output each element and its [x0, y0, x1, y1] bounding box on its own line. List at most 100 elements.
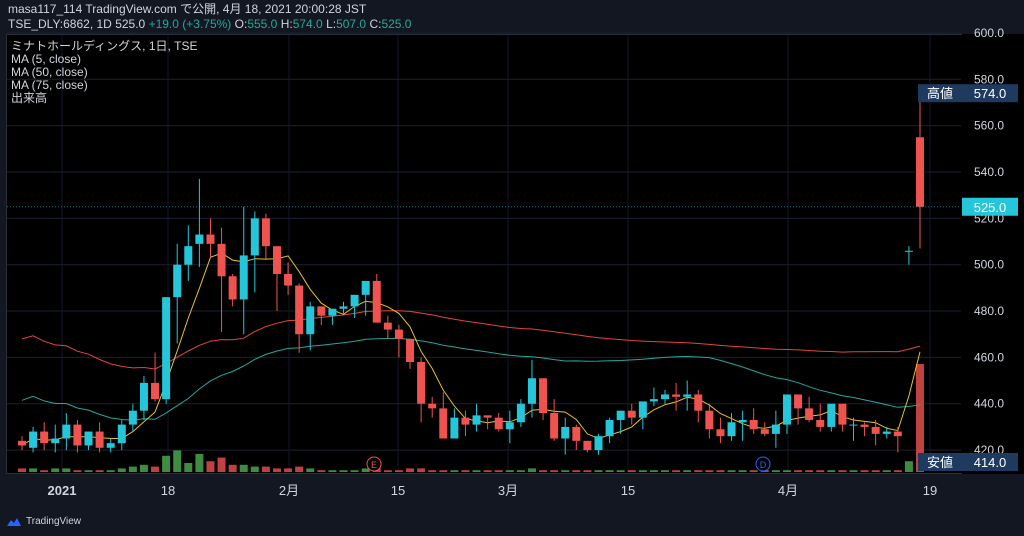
volume-bar	[882, 470, 891, 472]
volume-bar	[550, 470, 559, 472]
volume-bar	[106, 470, 115, 472]
y-tick-label: 600.0	[974, 26, 1004, 40]
x-tick-label: 2月	[279, 483, 299, 498]
volume-bar	[295, 466, 304, 472]
volume-bar	[228, 464, 237, 472]
candle-body	[771, 424, 780, 434]
volume-bar	[73, 470, 82, 472]
volume-bar	[272, 468, 281, 472]
volume-bar	[794, 470, 803, 472]
volume-bar	[62, 468, 71, 472]
volume-bar	[84, 470, 93, 472]
volume-bar	[417, 468, 426, 472]
legend-volume[interactable]: 出来高	[11, 92, 198, 105]
candle-body	[594, 436, 603, 451]
candle-body	[272, 246, 281, 274]
volume-bar	[217, 457, 226, 472]
volume-bar	[705, 470, 714, 472]
candle-body	[760, 429, 769, 434]
candle-body	[117, 424, 126, 444]
earnings-marker-label: E	[371, 460, 377, 470]
candle-body	[904, 250, 913, 252]
candle-body	[228, 276, 237, 300]
volume-bar	[505, 470, 514, 472]
last-price-tag-value: 525.0	[974, 200, 1007, 215]
candle-body	[184, 246, 193, 265]
candle-body	[328, 308, 337, 316]
x-tick-label: 4月	[778, 483, 798, 498]
volume-bar	[339, 470, 348, 472]
candle-body	[162, 297, 171, 400]
volume-bar	[716, 470, 725, 472]
candle-body	[428, 403, 437, 409]
tradingview-logo-icon	[7, 517, 21, 526]
volume-bar	[383, 470, 392, 472]
volume-bar	[250, 466, 259, 472]
candle-body	[550, 413, 559, 439]
candle-body	[317, 306, 326, 316]
candle-body	[583, 440, 592, 451]
y-tick-label: 480.0	[974, 304, 1004, 318]
candle-body	[527, 378, 536, 404]
candle-body	[306, 306, 315, 335]
volume-bar	[871, 470, 880, 472]
volume-bar	[40, 470, 49, 472]
volume-bar	[771, 470, 780, 472]
volume-bar	[239, 464, 248, 472]
volume-bar	[805, 470, 814, 472]
candle-body	[361, 280, 370, 295]
volume-bar	[827, 470, 836, 472]
volume-bar	[439, 470, 448, 472]
high-marker-label: 高値	[927, 86, 953, 101]
candle-body	[18, 440, 26, 446]
volume-bar	[860, 470, 869, 472]
y-tick-label: 500.0	[974, 258, 1004, 272]
volume-bar	[649, 470, 658, 472]
volume-bar	[727, 470, 736, 472]
legend: ミナトホールディングス, 1日, TSE MA (5, close) MA (5…	[11, 40, 198, 105]
candle-body	[84, 431, 93, 446]
candle-body	[62, 424, 71, 439]
volume-bar	[472, 470, 481, 472]
volume-bar	[406, 468, 415, 472]
candle-body	[284, 273, 293, 286]
y-tick-label: 440.0	[974, 397, 1004, 411]
volume-bar	[494, 470, 503, 472]
tradingview-logo[interactable]: TradingView	[6, 516, 81, 527]
low-marker-value: 414.0	[974, 455, 1007, 470]
candle-body	[749, 419, 758, 430]
candle-body	[672, 394, 681, 397]
volume-bar	[572, 470, 581, 472]
volume-bar	[561, 470, 570, 472]
candle-body	[561, 426, 570, 439]
volume-bar	[738, 470, 747, 472]
volume-bar	[394, 470, 403, 472]
candle-body	[738, 419, 747, 423]
candle-body	[295, 285, 304, 335]
x-tick-label: 15	[621, 483, 635, 498]
candle-body	[871, 426, 880, 434]
volume-bar	[284, 468, 293, 472]
volume-bar	[661, 470, 670, 472]
candle-body	[661, 394, 670, 400]
candle-body	[173, 264, 182, 298]
volume-bar	[483, 470, 492, 472]
candle-body	[372, 280, 381, 323]
volume-bar	[128, 466, 137, 472]
candle-body	[638, 401, 647, 418]
candle-body	[261, 218, 270, 247]
volume-bar	[206, 461, 215, 472]
candle-body	[816, 419, 825, 427]
candle-body	[782, 394, 791, 425]
candle-body	[151, 382, 160, 400]
volume-bar	[350, 470, 359, 472]
candle-body	[727, 422, 736, 437]
volume-bar	[683, 470, 692, 472]
x-tick-label: 2021	[48, 483, 77, 498]
candle-body	[450, 417, 459, 439]
candle-body	[472, 415, 481, 425]
y-tick-label: 540.0	[974, 165, 1004, 179]
volume-bar	[672, 470, 681, 472]
volume-bar	[51, 468, 60, 472]
volume-bar	[638, 470, 647, 472]
